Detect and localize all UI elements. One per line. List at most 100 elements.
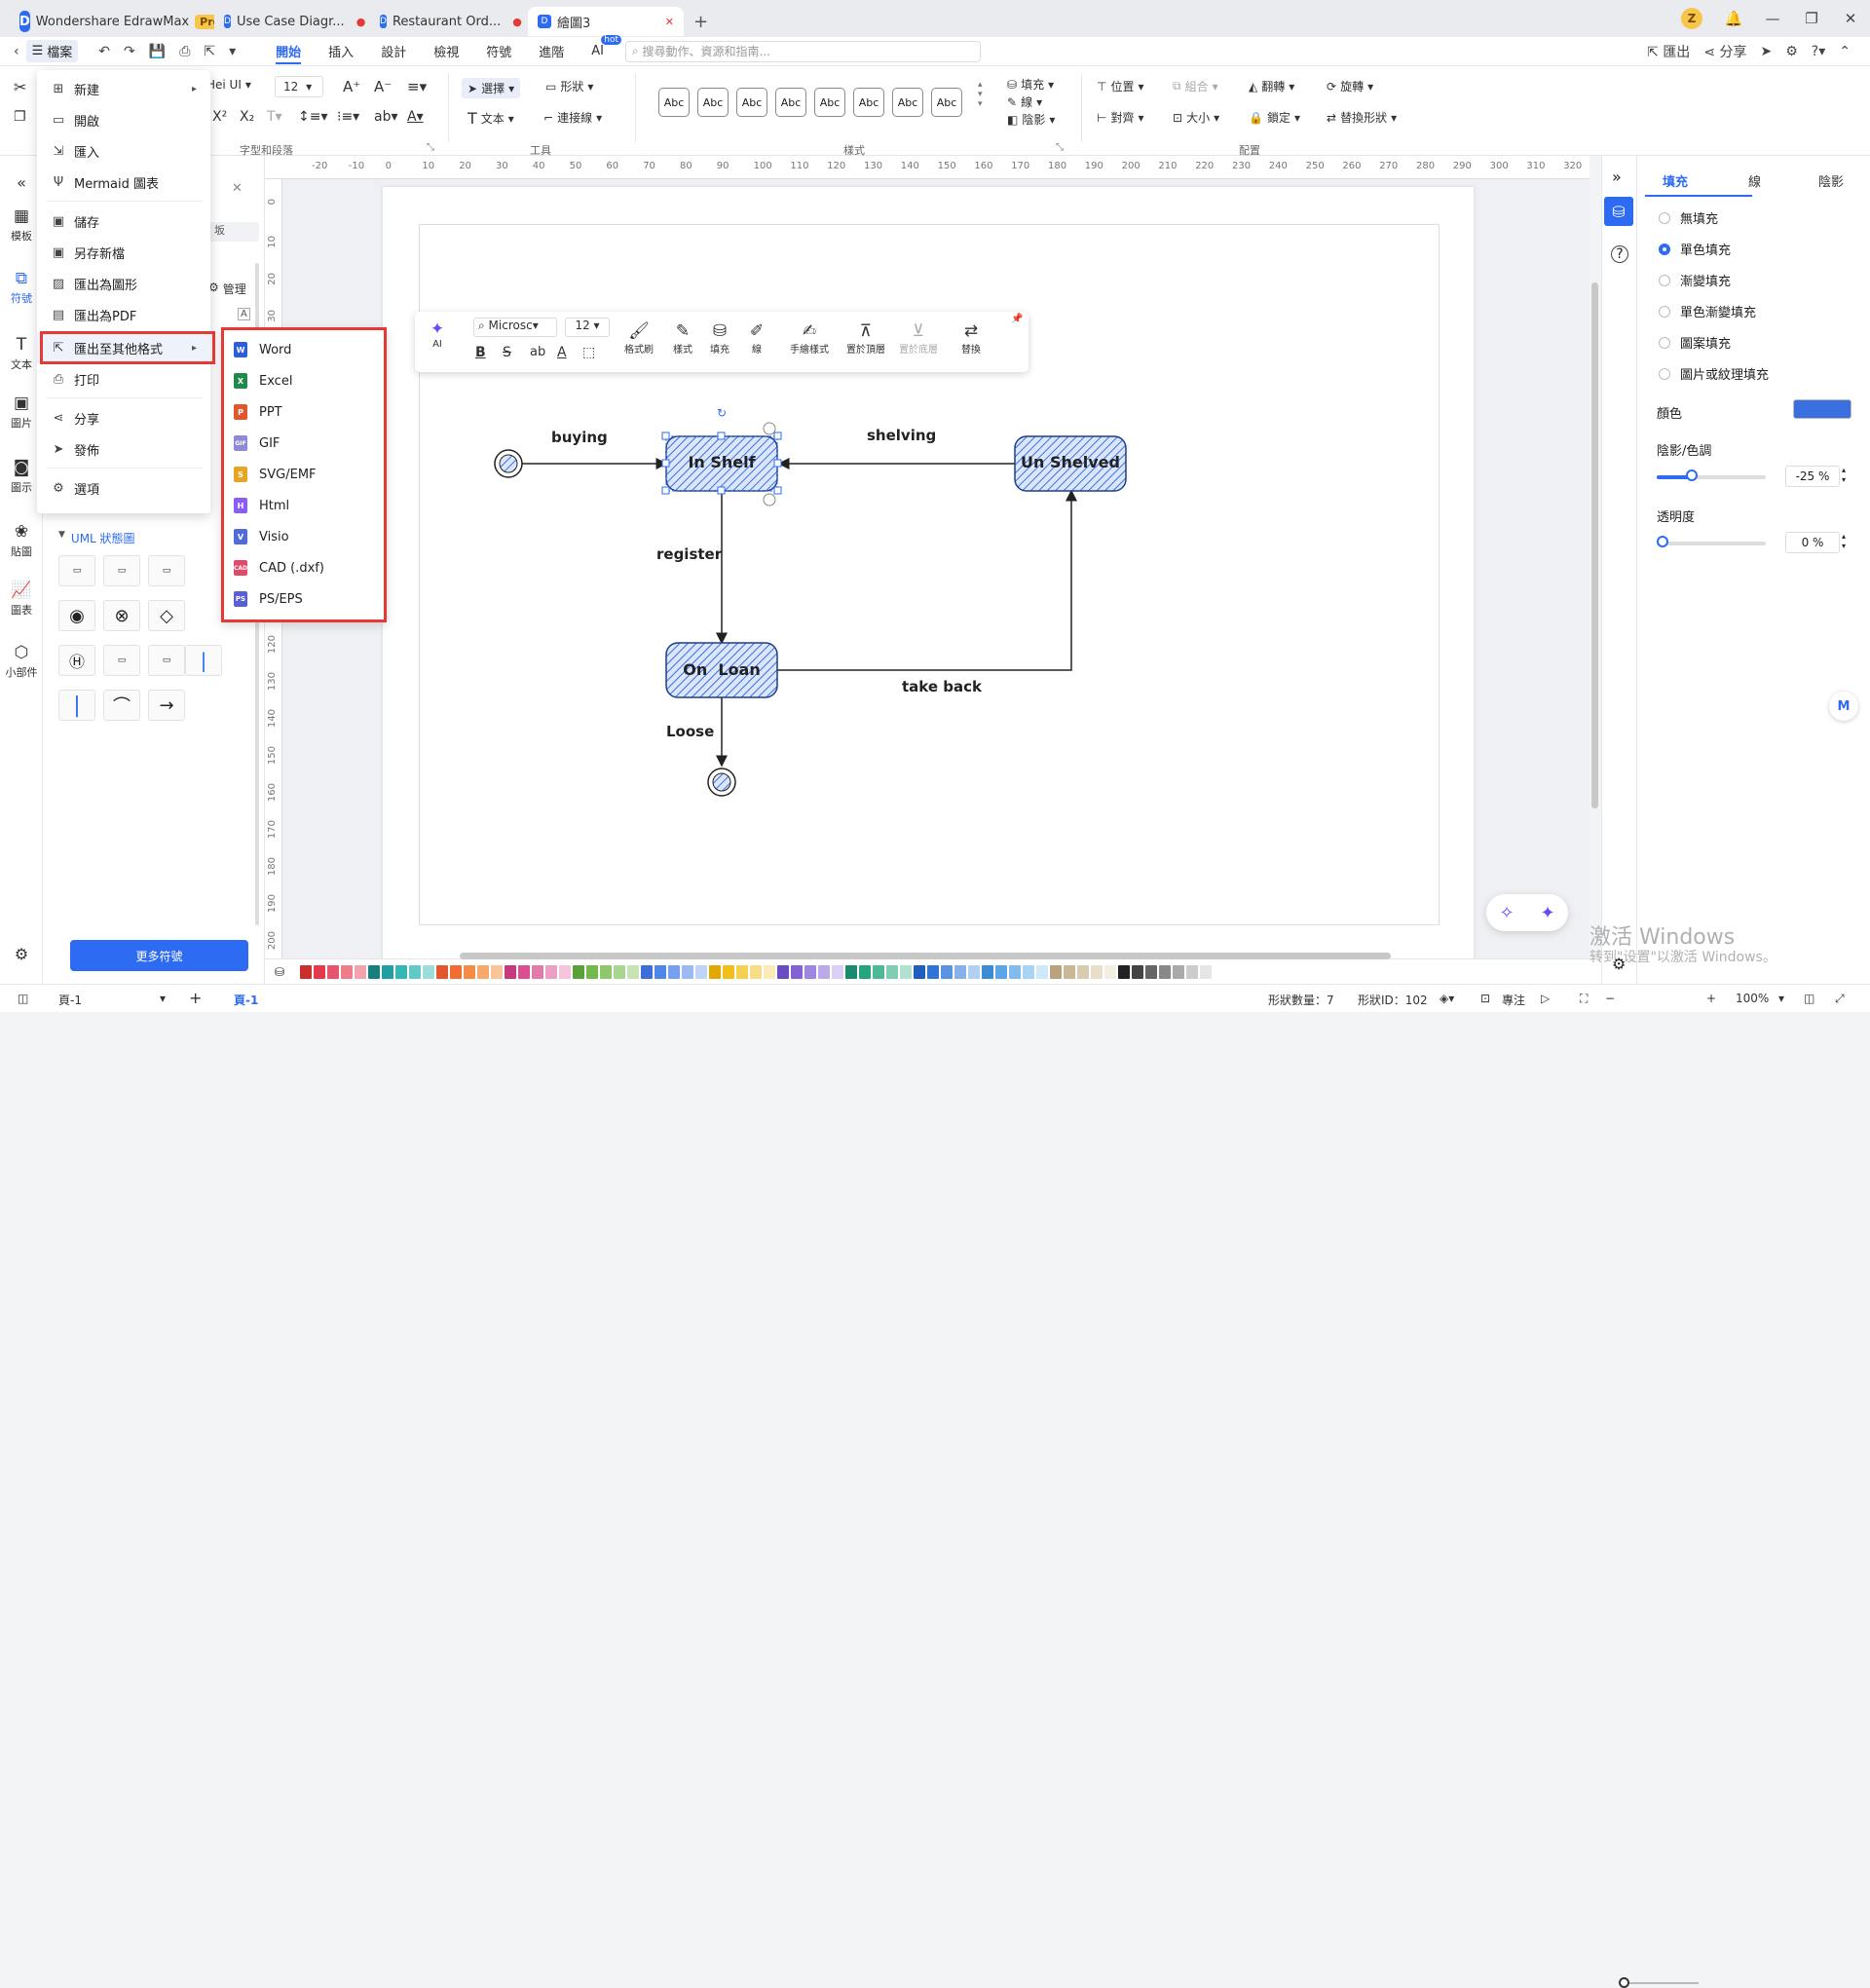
export-button[interactable]: ⇱ 匯出	[1640, 42, 1697, 61]
float-hand-drawn[interactable]: ✍ 手繪樣式	[785, 321, 834, 356]
page-tab[interactable]: 頁-1	[234, 992, 258, 1008]
fit-page-icon[interactable]: ⛶	[1580, 992, 1588, 1006]
zoom-in-icon[interactable]: +	[1706, 992, 1716, 1005]
color-swatch[interactable]	[627, 964, 639, 979]
color-swatch[interactable]	[1023, 964, 1034, 979]
float-send-back[interactable]: ⊻ 置於底層	[896, 321, 941, 356]
color-swatch[interactable]	[573, 964, 584, 979]
float-ai-button[interactable]: ✦ AI	[423, 319, 452, 350]
color-swatch[interactable]	[1050, 964, 1062, 979]
tab-fill[interactable]: 填充	[1663, 171, 1688, 190]
color-swatch[interactable]	[477, 964, 489, 979]
zoom-slider-knob[interactable]	[1619, 1977, 1629, 1988]
notification-bell-icon[interactable]: 🔔	[1714, 10, 1753, 27]
restore-button[interactable]: ❐	[1792, 10, 1831, 27]
dropdown-handle-icon[interactable]	[763, 493, 776, 506]
page-layout-icon[interactable]: ◫	[18, 992, 28, 1005]
export-word[interactable]: W Word	[234, 335, 291, 364]
color-swatch[interactable]	[723, 964, 734, 979]
color-swatch[interactable]	[341, 964, 353, 979]
color-swatch[interactable]	[1132, 964, 1143, 979]
float-bring-front[interactable]: ⊼ 置於頂層	[843, 321, 888, 356]
color-swatch[interactable]	[695, 964, 707, 979]
export-excel[interactable]: X Excel	[234, 366, 292, 395]
float-line[interactable]: ✐ 線	[742, 321, 771, 356]
color-swatch[interactable]	[327, 964, 339, 979]
menu-save[interactable]: ▣ 儲存	[37, 206, 210, 236]
float-format-painter[interactable]: 🖌 格式刷	[619, 321, 658, 356]
option-solid-fill[interactable]: 單色填充	[1659, 240, 1731, 258]
menu-save-as[interactable]: ▣ 另存新檔	[37, 238, 210, 267]
shade-value-input[interactable]: -25 %	[1785, 466, 1840, 487]
color-swatch[interactable]	[518, 964, 530, 979]
color-swatch[interactable]	[791, 964, 803, 979]
focus-mode-icon[interactable]: ⊡	[1480, 992, 1490, 1005]
transparency-stepper-icon[interactable]: ▴ ▾	[1842, 532, 1846, 551]
transparency-slider[interactable]	[1657, 542, 1766, 545]
export-ppt[interactable]: P PPT	[234, 397, 282, 427]
send-icon[interactable]: ➤	[1754, 44, 1779, 59]
menu-import[interactable]: ⇲ 匯入	[37, 136, 210, 166]
color-swatch[interactable]	[654, 964, 666, 979]
color-swatch[interactable]	[1173, 964, 1184, 979]
color-swatch[interactable]	[395, 964, 407, 979]
strikethrough-icon[interactable]: S	[503, 345, 511, 360]
transparency-value-input[interactable]: 0 %	[1785, 532, 1840, 553]
color-swatch[interactable]	[464, 964, 475, 979]
color-swatch[interactable]	[300, 964, 312, 979]
layers-icon[interactable]: ◈▾	[1440, 992, 1454, 1005]
float-size-select[interactable]: 12 ▾	[565, 318, 610, 337]
menu-new[interactable]: ⊞ 新建 ▸	[37, 74, 210, 103]
color-swatch[interactable]	[845, 964, 857, 979]
color-swatch[interactable]	[368, 964, 380, 979]
focus-label[interactable]: 專注	[1502, 992, 1525, 1008]
user-avatar[interactable]: Z	[1681, 8, 1702, 29]
shade-slider[interactable]	[1657, 475, 1766, 479]
export-cad[interactable]: CAD CAD (.dxf)	[234, 553, 324, 582]
color-swatch[interactable]	[314, 964, 325, 979]
color-swatch[interactable]	[545, 964, 557, 979]
float-replace[interactable]: ⇄ 替換	[956, 321, 986, 356]
fullscreen-icon[interactable]: ⤢	[1835, 992, 1845, 1006]
collapse-ribbon-icon[interactable]: ⌃	[1832, 44, 1870, 59]
zoom-slider[interactable]	[1621, 1982, 1699, 1984]
option-no-fill[interactable]: 無填充	[1659, 208, 1718, 227]
color-swatch[interactable]	[382, 964, 393, 979]
color-swatch[interactable]	[1793, 399, 1851, 419]
menu-open[interactable]: ▭ 開啟	[37, 105, 210, 134]
shade-stepper-icon[interactable]: ▴ ▾	[1842, 466, 1846, 485]
transparency-slider-knob[interactable]	[1657, 536, 1668, 547]
fill-panel-icon[interactable]: ⛁	[1604, 197, 1633, 226]
option-gradient-fill[interactable]: 漸變填充	[1659, 271, 1731, 289]
color-swatch[interactable]	[1036, 964, 1048, 979]
color-swatch[interactable]	[1104, 964, 1116, 979]
book-view-icon[interactable]: ◫	[1804, 992, 1814, 1005]
color-swatch[interactable]	[941, 964, 953, 979]
color-swatch[interactable]	[532, 964, 543, 979]
color-swatch[interactable]	[832, 964, 843, 979]
color-swatch[interactable]	[641, 964, 653, 979]
color-swatch[interactable]	[409, 964, 421, 979]
color-swatch[interactable]	[436, 964, 448, 979]
color-swatch[interactable]	[586, 964, 598, 979]
ai-magic-icon[interactable]: ✧	[1499, 903, 1514, 923]
shade-slider-knob[interactable]	[1686, 469, 1699, 481]
color-swatch[interactable]	[709, 964, 721, 979]
color-swatch[interactable]	[559, 964, 571, 979]
share-button[interactable]: ⋖ 分享	[1697, 42, 1753, 61]
zoom-level[interactable]: 100%	[1736, 992, 1769, 1005]
color-swatch[interactable]	[423, 964, 434, 979]
color-swatch[interactable]	[859, 964, 871, 979]
color-swatch[interactable]	[668, 964, 680, 979]
color-swatch[interactable]	[750, 964, 762, 979]
help-circle-icon[interactable]: ?	[1611, 245, 1628, 263]
color-swatch[interactable]	[1091, 964, 1103, 979]
export-gif[interactable]: GIF GIF	[234, 429, 280, 458]
pin-icon[interactable]: 📌	[1011, 314, 1023, 324]
float-style[interactable]: ✎ 樣式	[668, 321, 697, 356]
color-swatch[interactable]	[355, 964, 366, 979]
menu-share[interactable]: ⋖ 分享	[37, 403, 210, 432]
menu-export-pdf[interactable]: ▤ 匯出為PDF	[37, 300, 210, 329]
expand-panel-icon[interactable]: »	[1612, 168, 1622, 186]
close-window-button[interactable]: ✕	[1831, 10, 1870, 27]
